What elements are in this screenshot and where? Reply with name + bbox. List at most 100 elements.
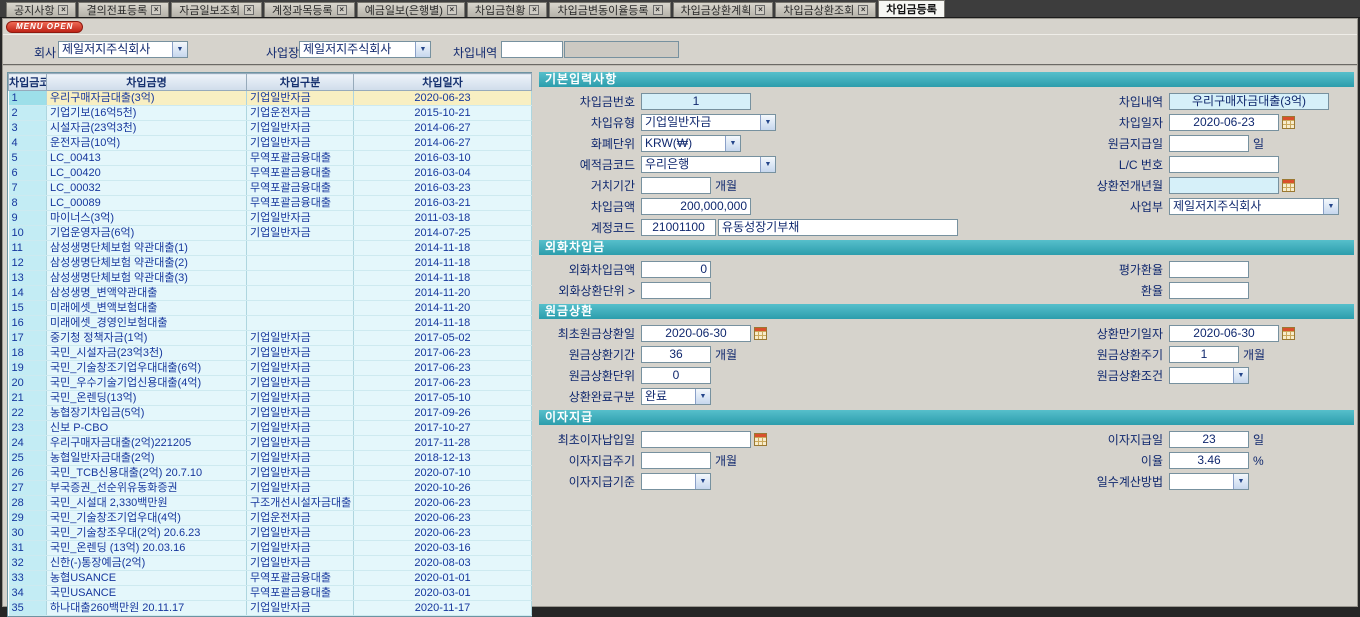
table-row[interactable]: 30국민_기술창조우대(2억) 20.6.23기업일반자금2020-06-23: [9, 526, 532, 541]
pre-repay-ym-field[interactable]: [1169, 177, 1279, 194]
tab-차입금상환조회[interactable]: 차입금상환조회×: [775, 2, 876, 17]
first-interest-date-field[interactable]: [641, 431, 751, 448]
account-code-field[interactable]: 21001100: [641, 219, 716, 236]
table-row[interactable]: 13삼성생명단체보험 약관대출(3)2014-11-18: [9, 271, 532, 286]
cell-code[interactable]: 20: [9, 376, 47, 391]
cell-date[interactable]: 2017-11-28: [354, 436, 532, 451]
table-row[interactable]: 2기업기보(16억5천)기업운전자금2015-10-21: [9, 106, 532, 121]
close-icon[interactable]: ×: [653, 5, 663, 15]
table-row[interactable]: 9마이너스(3억)기업일반자금2011-03-18: [9, 211, 532, 226]
site-select[interactable]: 제일저지주식회사 ▼: [299, 41, 431, 58]
cell-code[interactable]: 31: [9, 541, 47, 556]
close-icon[interactable]: ×: [858, 5, 868, 15]
cell-date[interactable]: 2020-03-16: [354, 541, 532, 556]
cell-type[interactable]: 기업운전자금: [247, 106, 354, 121]
cell-name[interactable]: 농협USANCE: [47, 571, 247, 586]
chevron-down-icon[interactable]: ▼: [1233, 368, 1248, 383]
cell-code[interactable]: 4: [9, 136, 47, 151]
cell-name[interactable]: 삼성생명단체보험 약관대출(1): [47, 241, 247, 256]
cell-date[interactable]: 2014-11-18: [354, 256, 532, 271]
close-icon[interactable]: ×: [447, 5, 457, 15]
cell-date[interactable]: 2017-06-23: [354, 346, 532, 361]
chevron-down-icon[interactable]: ▼: [725, 136, 740, 151]
chevron-down-icon[interactable]: ▼: [760, 157, 775, 172]
tab-차입금등록[interactable]: 차입금등록: [878, 0, 945, 17]
cell-name[interactable]: 국민_우수기술기업신용대출(4억): [47, 376, 247, 391]
table-row[interactable]: 20국민_우수기술기업신용대출(4억)기업일반자금2017-06-23: [9, 376, 532, 391]
cell-code[interactable]: 9: [9, 211, 47, 226]
cell-code[interactable]: 23: [9, 421, 47, 436]
cell-type[interactable]: 기업일반자금: [247, 466, 354, 481]
cell-type[interactable]: [247, 241, 354, 256]
table-row[interactable]: 34국민USANCE무역포괄금융대출2020-03-01: [9, 586, 532, 601]
cell-date[interactable]: 2014-07-25: [354, 226, 532, 241]
tab-차입금변동이율등록[interactable]: 차입금변동이율등록×: [549, 2, 670, 17]
cell-date[interactable]: 2017-05-10: [354, 391, 532, 406]
table-row[interactable]: 32신한(-)통장예금(2억)기업일반자금2020-08-03: [9, 556, 532, 571]
cell-date[interactable]: 2017-09-26: [354, 406, 532, 421]
cell-name[interactable]: LC_00032: [47, 181, 247, 196]
cell-code[interactable]: 12: [9, 256, 47, 271]
cell-date[interactable]: 2014-11-18: [354, 316, 532, 331]
table-row[interactable]: 19국민_기술창조기업우대대출(6억)기업일반자금2017-06-23: [9, 361, 532, 376]
cell-code[interactable]: 26: [9, 466, 47, 481]
table-row[interactable]: 25농협일반자금대출(2억)기업일반자금2018-12-13: [9, 451, 532, 466]
cell-name[interactable]: 부국증권_선순위유동화증권: [47, 481, 247, 496]
cell-name[interactable]: 우리구매자금대출(2억)221205: [47, 436, 247, 451]
cell-date[interactable]: 2016-03-23: [354, 181, 532, 196]
cell-date[interactable]: 2014-11-20: [354, 301, 532, 316]
cell-code[interactable]: 30: [9, 526, 47, 541]
cell-type[interactable]: 무역포괄금융대출: [247, 196, 354, 211]
cell-name[interactable]: 시설자금(23억3천): [47, 121, 247, 136]
table-row[interactable]: 8LC_00089무역포괄금융대출2016-03-21: [9, 196, 532, 211]
cell-type[interactable]: 무역포괄금융대출: [247, 166, 354, 181]
cell-name[interactable]: 미래에셋_변액보험대출: [47, 301, 247, 316]
cell-code[interactable]: 35: [9, 601, 47, 616]
cell-code[interactable]: 32: [9, 556, 47, 571]
cell-date[interactable]: 2011-03-18: [354, 211, 532, 226]
table-row[interactable]: 23신보 P-CBO기업일반자금2017-10-27: [9, 421, 532, 436]
table-row[interactable]: 35하나대출260백만원 20.11.17기업일반자금2020-11-17: [9, 601, 532, 616]
cell-date[interactable]: 2014-06-27: [354, 136, 532, 151]
table-row[interactable]: 10기업운영자금(6억)기업일반자금2014-07-25: [9, 226, 532, 241]
cell-type[interactable]: [247, 301, 354, 316]
cell-type[interactable]: 기업일반자금: [247, 436, 354, 451]
deposit-code-select[interactable]: 우리은행 ▼: [641, 156, 776, 173]
chevron-down-icon[interactable]: ▼: [760, 115, 775, 130]
cell-type[interactable]: 기업일반자금: [247, 376, 354, 391]
cell-type[interactable]: 기업일반자금: [247, 406, 354, 421]
cell-date[interactable]: 2020-03-01: [354, 586, 532, 601]
chevron-down-icon[interactable]: ▼: [172, 42, 187, 57]
interest-rate-field[interactable]: 3.46: [1169, 452, 1249, 469]
cell-date[interactable]: 2014-11-20: [354, 286, 532, 301]
table-row[interactable]: 7LC_00032무역포괄금융대출2016-03-23: [9, 181, 532, 196]
cell-type[interactable]: 기업일반자금: [247, 361, 354, 376]
cell-type[interactable]: 기업일반자금: [247, 346, 354, 361]
grace-period-field[interactable]: [641, 177, 711, 194]
cell-name[interactable]: 우리구매자금대출(3억): [47, 91, 247, 106]
cell-code[interactable]: 21: [9, 391, 47, 406]
cell-name[interactable]: 농협장기차입금(5억): [47, 406, 247, 421]
tab-자금일보조회[interactable]: 자금일보조회×: [171, 2, 262, 17]
cell-code[interactable]: 1: [9, 91, 47, 106]
cell-name[interactable]: 신한(-)통장예금(2억): [47, 556, 247, 571]
cell-date[interactable]: 2020-11-17: [354, 601, 532, 616]
cell-type[interactable]: 기업일반자금: [247, 481, 354, 496]
cell-code[interactable]: 18: [9, 346, 47, 361]
tab-계정과목등록[interactable]: 계정과목등록×: [264, 2, 355, 17]
table-row[interactable]: 5LC_00413무역포괄금융대출2016-03-10: [9, 151, 532, 166]
cell-type[interactable]: 기업일반자금: [247, 136, 354, 151]
cell-name[interactable]: 운전자금(10억): [47, 136, 247, 151]
cell-name[interactable]: LC_00089: [47, 196, 247, 211]
loan-type-select[interactable]: 기업일반자금 ▼: [641, 114, 776, 131]
cell-code[interactable]: 15: [9, 301, 47, 316]
cell-code[interactable]: 13: [9, 271, 47, 286]
cell-date[interactable]: 2016-03-04: [354, 166, 532, 181]
day-count-select[interactable]: ▼: [1169, 473, 1249, 490]
cell-date[interactable]: 2020-01-01: [354, 571, 532, 586]
cell-type[interactable]: 기업일반자금: [247, 331, 354, 346]
cell-date[interactable]: 2017-06-23: [354, 361, 532, 376]
cell-code[interactable]: 8: [9, 196, 47, 211]
table-row[interactable]: 3시설자금(23억3천)기업일반자금2014-06-27: [9, 121, 532, 136]
cell-date[interactable]: 2020-06-23: [354, 526, 532, 541]
